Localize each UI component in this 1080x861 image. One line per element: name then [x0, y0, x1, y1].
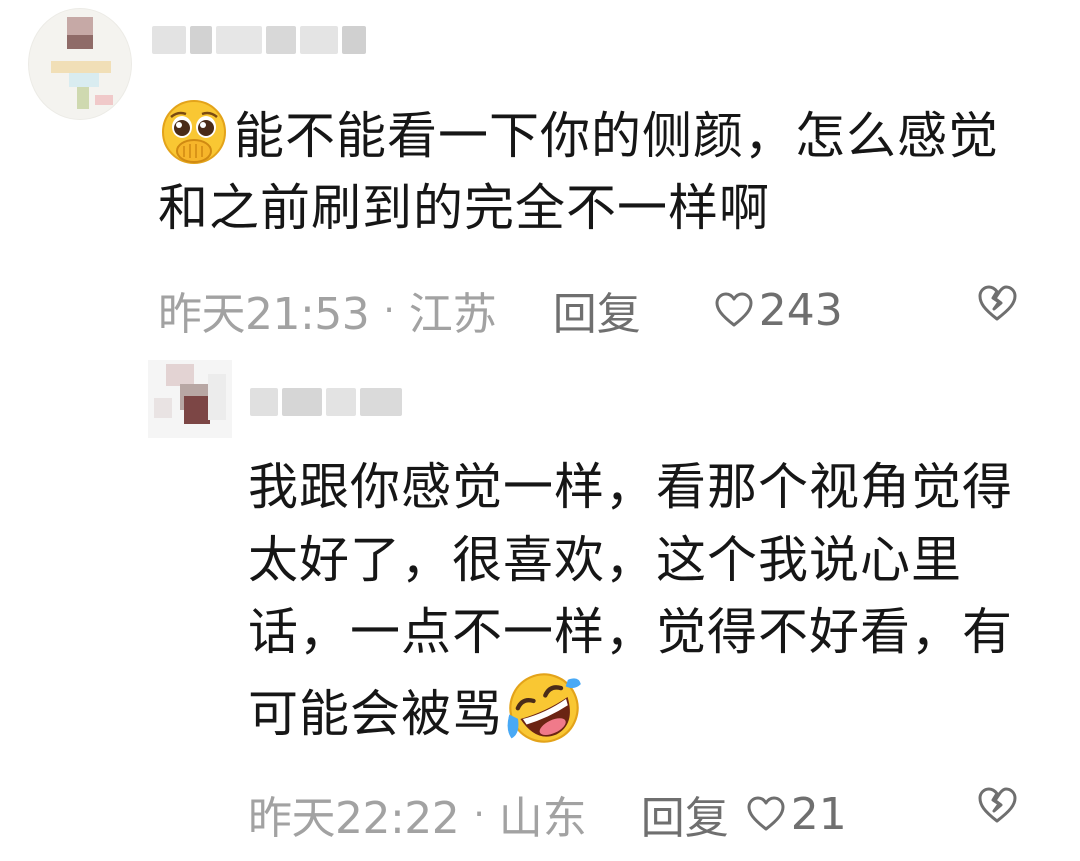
meta-separator: · [473, 793, 485, 835]
comment-text: 能不能看一下你的侧颜，怎么感觉和之前刷到的完全不一样啊 [158, 95, 1038, 244]
comment-location: 山东 [498, 793, 587, 844]
broken-heart-icon[interactable] [975, 282, 1019, 324]
username[interactable] [152, 26, 366, 54]
comment-meta: 昨天22:22 · 山东 回复 21 [248, 782, 847, 846]
like-button[interactable]: 21 [745, 789, 847, 840]
username[interactable] [250, 388, 402, 416]
meta-separator: · [383, 289, 395, 331]
heart-outline-icon [747, 796, 785, 831]
like-count: 243 [758, 284, 843, 336]
avatar[interactable] [148, 360, 232, 438]
avatar[interactable] [28, 8, 132, 120]
heart-outline-icon [715, 292, 753, 327]
pleading-emoji [158, 95, 230, 167]
like-button[interactable]: 243 [713, 285, 843, 336]
reply-button[interactable]: 回复 [641, 782, 729, 846]
comment-time: 昨天21:53 [158, 289, 370, 340]
like-count: 21 [790, 788, 847, 840]
comment-time: 昨天22:22 [248, 793, 460, 844]
comment-meta: 昨天21:53 · 江苏 回复 243 [158, 278, 843, 342]
comment-text: 我跟你感觉一样，看那个视角觉得太好了，很喜欢，这个我说心里话，一点不一样，觉得不… [248, 451, 1038, 750]
broken-heart-icon[interactable] [975, 784, 1019, 826]
reply-button[interactable]: 回复 [553, 278, 641, 342]
comment-location: 江苏 [408, 289, 497, 340]
rolling-laughing-emoji [505, 669, 583, 747]
